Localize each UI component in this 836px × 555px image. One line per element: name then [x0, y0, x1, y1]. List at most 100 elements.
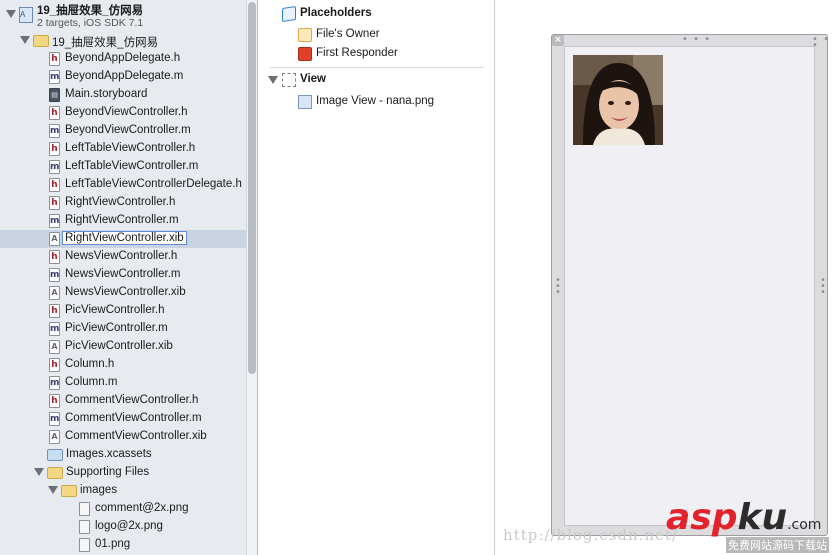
file-row[interactable]: m LeftTableViewController.m — [0, 158, 246, 176]
disclosure-triangle-icon[interactable] — [48, 486, 58, 494]
file-row[interactable]: A CommentViewController.xib — [0, 428, 246, 446]
folder-row[interactable]: images — [0, 482, 246, 500]
header-file-icon: h — [49, 142, 60, 156]
file-row[interactable]: m CommentViewController.m — [0, 410, 246, 428]
image-view-label: Image View - nana.png — [316, 95, 435, 107]
file-label: RightViewController.h — [65, 196, 176, 208]
file-label: CommentViewController.xib — [65, 430, 207, 442]
project-navigator: A 19_抽屉效果_仿网易 2 targets, iOS SDK 7.1 19_… — [0, 0, 258, 555]
source-file-icon: m — [49, 268, 60, 282]
project-disclosure-icon[interactable] — [6, 10, 16, 18]
file-row[interactable]: A PicViewController.xib — [0, 338, 246, 356]
file-label: RightViewController.xib — [62, 231, 187, 245]
image-view-photo[interactable] — [573, 55, 663, 145]
file-label: BeyondAppDelegate.h — [65, 52, 181, 64]
project-root-row[interactable]: A 19_抽屉效果_仿网易 2 targets, iOS SDK 7.1 — [0, 0, 246, 32]
placeholders-label: Placeholders — [300, 7, 372, 19]
top-right-grip-icon[interactable]: • • • — [812, 35, 836, 51]
file-label: NewsViewController.xib — [65, 286, 186, 298]
header-file-icon: h — [49, 196, 60, 210]
view-label: View — [300, 73, 326, 85]
file-row[interactable]: h Column.h — [0, 356, 246, 374]
image-view-icon — [298, 95, 312, 109]
file-row[interactable]: h BeyondViewController.h — [0, 104, 246, 122]
file-row[interactable]: m Column.m — [0, 374, 246, 392]
xcode-project-icon: A — [19, 7, 33, 23]
file-row[interactable]: ▤ Main.storyboard — [0, 86, 246, 104]
asset-catalog-icon — [47, 449, 63, 461]
folder-icon — [61, 485, 77, 497]
file-label: PicViewController.h — [65, 304, 165, 316]
portrait-image — [573, 55, 663, 145]
file-label: images — [80, 484, 118, 496]
left-resize-grip-icon[interactable]: • • • — [555, 276, 562, 298]
file-row[interactable]: m RightViewController.m — [0, 212, 246, 230]
file-row[interactable]: comment@2x.png — [0, 500, 246, 518]
header-file-icon: h — [49, 106, 60, 120]
file-row[interactable]: m PicViewController.m — [0, 320, 246, 338]
project-name: 19_抽屉效果_仿网易 — [37, 5, 144, 17]
file-label: RightViewController.m — [65, 214, 179, 226]
file-label: 01.png — [95, 538, 131, 550]
file-row[interactable]: h RightViewController.h — [0, 194, 246, 212]
file-row[interactable]: h LeftTableViewControllerDelegate.h — [0, 176, 246, 194]
file-row[interactable]: Images.xcassets — [0, 446, 246, 464]
file-label: Main.storyboard — [65, 88, 148, 100]
first-responder-icon — [298, 47, 312, 61]
right-resize-grip-icon[interactable]: • • • — [820, 276, 827, 298]
image-file-icon — [79, 520, 90, 534]
header-file-icon: h — [49, 304, 60, 318]
project-subtitle: 2 targets, iOS SDK 7.1 — [37, 17, 144, 29]
view-icon — [282, 73, 296, 87]
file-row[interactable]: A NewsViewController.xib — [0, 284, 246, 302]
file-row[interactable]: 01.png — [0, 536, 246, 554]
file-row[interactable]: h BeyondAppDelegate.h — [0, 50, 246, 68]
logo-subtitle: 免费网站源码下载站 — [726, 537, 829, 553]
header-file-icon: h — [49, 52, 60, 66]
navigator-scrollbar-thumb[interactable] — [248, 2, 256, 374]
source-file-icon: m — [49, 160, 60, 174]
logo-asp-text: asp — [666, 497, 738, 538]
disclosure-triangle-icon[interactable] — [20, 36, 30, 44]
file-label: Column.h — [65, 358, 115, 370]
file-row[interactable]: h LeftTableViewController.h — [0, 140, 246, 158]
header-file-icon: h — [49, 394, 60, 408]
file-row[interactable]: m NewsViewController.m — [0, 266, 246, 284]
view-disclosure-icon[interactable] — [268, 76, 278, 84]
folder-icon — [33, 35, 49, 47]
file-row[interactable]: m BeyondAppDelegate.m — [0, 68, 246, 86]
file-row[interactable]: logo@2x.png — [0, 518, 246, 536]
file-label: PicViewController.m — [65, 322, 168, 334]
files-owner-label: File's Owner — [316, 28, 380, 40]
folder-row[interactable]: 19_抽屉效果_仿网易 — [0, 32, 246, 50]
image-file-icon — [79, 538, 90, 552]
folder-row[interactable]: Supporting Files — [0, 464, 246, 482]
file-label: LeftTableViewController.h — [65, 142, 196, 154]
file-row[interactable]: h NewsViewController.h — [0, 248, 246, 266]
file-label: NewsViewController.h — [65, 250, 178, 262]
close-icon[interactable]: × — [552, 35, 564, 46]
file-row[interactable]: h PicViewController.h — [0, 302, 246, 320]
source-file-icon: m — [49, 322, 60, 336]
header-file-icon: h — [49, 250, 60, 264]
file-label: BeyondViewController.m — [65, 124, 191, 136]
file-label: Column.m — [65, 376, 118, 388]
image-file-icon — [79, 502, 90, 516]
source-file-icon: m — [49, 70, 60, 84]
file-row[interactable]: h CommentViewController.h — [0, 392, 246, 410]
file-label: NewsViewController.m — [65, 268, 181, 280]
storyboard-file-icon: ▤ — [49, 88, 60, 102]
source-file-icon: m — [49, 124, 60, 138]
file-row[interactable]: m BeyondViewController.m — [0, 122, 246, 140]
file-row[interactable]: A RightViewController.xib — [0, 230, 246, 248]
logo-com-text: .com — [787, 517, 822, 533]
file-label: LeftTableViewController.m — [65, 160, 199, 172]
file-label: CommentViewController.h — [65, 394, 199, 406]
xib-file-icon: A — [49, 340, 60, 354]
file-label: BeyondAppDelegate.m — [65, 70, 184, 82]
file-label: PicViewController.xib — [65, 340, 173, 352]
disclosure-triangle-icon[interactable] — [34, 468, 44, 476]
watermark-url: http://blog.csdn.net/ — [503, 526, 679, 544]
top-resize-grip-icon[interactable]: • • • — [682, 35, 711, 45]
folder-icon — [47, 467, 63, 479]
